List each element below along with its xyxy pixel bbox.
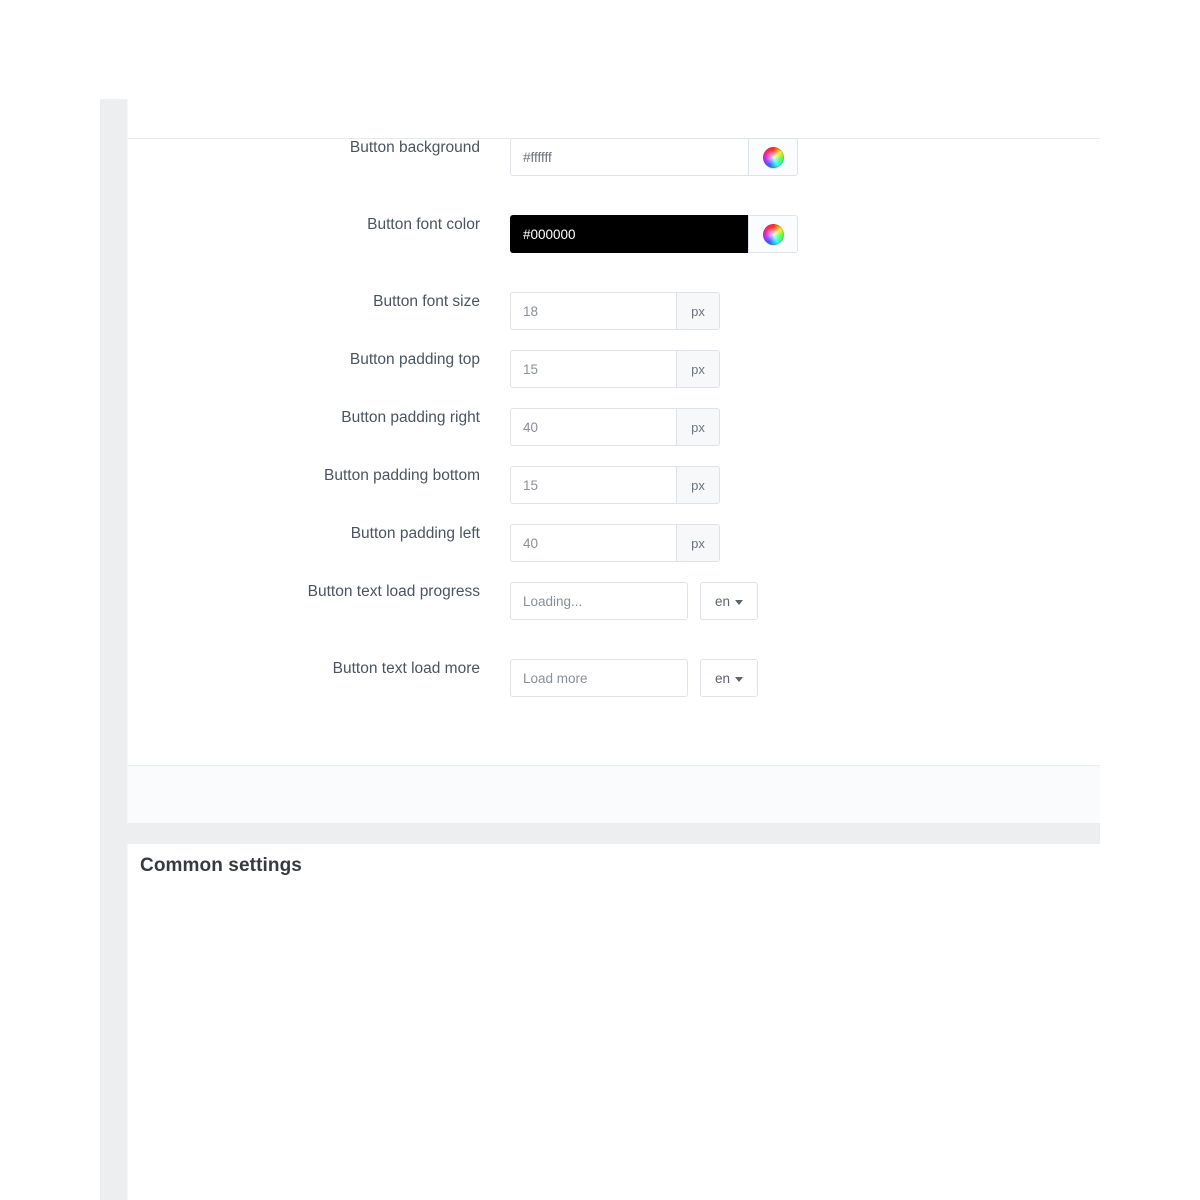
input-button-text-load-more[interactable]: Load more <box>510 659 688 697</box>
label-button-background: Button background <box>349 139 480 156</box>
number-input-group-button-padding-bottom: 15 px <box>510 466 720 504</box>
color-picker-button-font-color[interactable] <box>748 215 798 253</box>
common-settings-title: Common settings <box>140 855 302 876</box>
control-button-text-load-more: Load more en <box>510 659 758 697</box>
input-button-padding-top[interactable]: 15 <box>510 350 676 388</box>
label-button-padding-top: Button padding top <box>349 351 480 368</box>
label-button-padding-left: Button padding left <box>350 525 480 542</box>
unit-addon-button-padding-right: px <box>676 408 720 446</box>
control-button-font-size: 18 px <box>510 292 720 330</box>
unit-addon-button-padding-bottom: px <box>676 466 720 504</box>
form-row-button-padding-right: Button padding right 40 px <box>128 408 1100 446</box>
input-button-text-load-progress[interactable]: Loading... <box>510 582 688 620</box>
input-button-font-size[interactable]: 18 <box>510 292 676 330</box>
unit-addon-button-padding-top: px <box>676 350 720 388</box>
number-input-group-button-padding-right: 40 px <box>510 408 720 446</box>
unit-addon-button-padding-left: px <box>676 524 720 562</box>
input-button-background[interactable]: #ffffff <box>510 138 748 176</box>
language-dropdown-load-progress[interactable]: en <box>700 582 758 620</box>
page-left-gutter <box>100 99 128 1200</box>
label-button-font-size: Button font size <box>373 293 480 310</box>
form-row-button-padding-bottom: Button padding bottom 15 px <box>128 466 1100 504</box>
color-wheel-icon <box>762 146 784 168</box>
panel-separator-gap <box>100 823 1100 844</box>
control-button-font-color: #000000 <box>510 215 798 253</box>
label-button-padding-bottom: Button padding bottom <box>324 467 480 484</box>
color-wheel-icon <box>762 223 784 245</box>
form-row-button-background: Button background #ffffff <box>128 138 1100 176</box>
input-button-font-color[interactable]: #000000 <box>510 215 748 253</box>
label-button-text-load-more: Button text load more <box>332 660 480 677</box>
label-button-text-load-progress: Button text load progress <box>307 583 480 600</box>
language-dropdown-load-more[interactable]: en <box>700 659 758 697</box>
unit-addon-button-font-size: px <box>676 292 720 330</box>
control-button-padding-bottom: 15 px <box>510 466 720 504</box>
settings-page: Button background #ffffff Button font co… <box>0 0 1200 1200</box>
number-input-group-button-font-size: 18 px <box>510 292 720 330</box>
control-button-text-load-progress: Loading... en <box>510 582 758 620</box>
card-footer-bar <box>128 765 1100 824</box>
control-button-padding-right: 40 px <box>510 408 720 446</box>
color-picker-button-background[interactable] <box>748 138 798 176</box>
label-button-padding-right: Button padding right <box>341 409 480 426</box>
control-button-padding-top: 15 px <box>510 350 720 388</box>
number-input-group-button-padding-left: 40 px <box>510 524 720 562</box>
color-input-group-button-font-color: #000000 <box>510 215 798 253</box>
chevron-down-icon <box>735 599 744 605</box>
input-button-padding-right[interactable]: 40 <box>510 408 676 446</box>
language-dropdown-label: en <box>714 593 731 609</box>
form-row-button-text-load-more: Button text load more Load more en <box>128 659 1100 697</box>
input-button-padding-bottom[interactable]: 15 <box>510 466 676 504</box>
control-button-padding-left: 40 px <box>510 524 720 562</box>
form-row-button-font-size: Button font size 18 px <box>128 292 1100 330</box>
form-row-button-text-load-progress: Button text load progress Loading... en <box>128 582 1100 620</box>
form-row-button-font-color: Button font color #000000 <box>128 215 1100 253</box>
language-dropdown-label: en <box>714 670 731 686</box>
form-row-button-padding-left: Button padding left 40 px <box>128 524 1100 562</box>
color-input-group-button-background: #ffffff <box>510 138 798 176</box>
control-button-background: #ffffff <box>510 138 798 176</box>
common-settings-card <box>128 844 1100 1200</box>
label-button-font-color: Button font color <box>367 216 480 233</box>
form-row-button-padding-top: Button padding top 15 px <box>128 350 1100 388</box>
number-input-group-button-padding-top: 15 px <box>510 350 720 388</box>
chevron-down-icon <box>735 676 744 682</box>
input-button-padding-left[interactable]: 40 <box>510 524 676 562</box>
